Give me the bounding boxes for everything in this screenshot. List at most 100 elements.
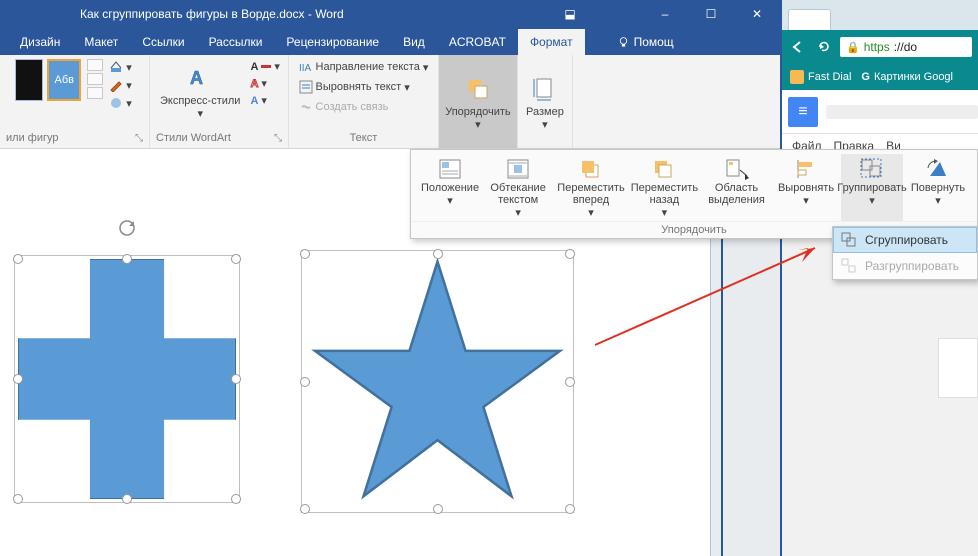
browser-address-bar[interactable]: 🔒 https://do bbox=[840, 37, 972, 57]
rotate-button[interactable]: Повернуть▾ bbox=[907, 154, 969, 221]
resize-handle-tl[interactable] bbox=[300, 249, 310, 259]
rotation-handle[interactable] bbox=[118, 219, 136, 237]
send-backward-button[interactable]: Переместить назад▾ bbox=[631, 154, 698, 221]
arrange-button[interactable]: Упорядочить▾ bbox=[439, 55, 517, 148]
browser-bookmarks-bar: Fast Dial GКартинки Googl bbox=[782, 64, 978, 90]
size-button[interactable]: Размер▾ bbox=[518, 55, 572, 148]
wordart-launcher[interactable]: ⤡ bbox=[274, 133, 282, 144]
bookmark-fast-dial[interactable]: Fast Dial bbox=[790, 70, 851, 84]
tab-review[interactable]: Рецензирование bbox=[274, 29, 391, 55]
resize-handle-ml[interactable] bbox=[300, 377, 310, 387]
ungroup-icon bbox=[841, 258, 857, 274]
align-text-icon bbox=[299, 80, 313, 94]
align-icon bbox=[794, 158, 818, 180]
gdocs-side-panel bbox=[938, 338, 978, 398]
express-styles-button[interactable]: A Экспресс-стили▾ bbox=[156, 59, 244, 122]
browser-tab[interactable] bbox=[788, 9, 831, 30]
group-icon bbox=[860, 158, 884, 180]
document-title: Как сгруппировать фигуры в Ворде.docx - … bbox=[80, 7, 344, 21]
minimize-button[interactable]: – bbox=[642, 0, 688, 28]
resize-handle-bl[interactable] bbox=[13, 494, 23, 504]
create-link-button[interactable]: Создать связь bbox=[297, 99, 391, 115]
wrap-icon bbox=[506, 158, 530, 180]
text-group-label: Текст bbox=[350, 132, 378, 146]
close-button[interactable]: ✕ bbox=[734, 0, 780, 28]
selection-pane-button[interactable]: Область выделения bbox=[702, 154, 771, 221]
text-fill-button[interactable]: A▾ bbox=[248, 59, 281, 74]
rotate-button-icon bbox=[926, 158, 950, 180]
shape-style-gallery-more[interactable] bbox=[87, 59, 103, 99]
effects-icon bbox=[109, 96, 123, 110]
group-icon bbox=[841, 232, 857, 248]
tab-format[interactable]: Формат bbox=[518, 29, 585, 55]
size-icon bbox=[532, 76, 558, 102]
shape-fill-button[interactable]: ▾ bbox=[107, 59, 134, 75]
resize-handle-bl[interactable] bbox=[300, 504, 310, 514]
ribbon: Абв ▾ ▾ ▾ или фигур ⤡ A Экспресс-стили▾ A… bbox=[0, 55, 780, 149]
text-outline-button[interactable]: A▾ bbox=[248, 76, 281, 91]
rotate-icon bbox=[118, 219, 136, 237]
position-icon bbox=[438, 158, 462, 180]
shape-styles-label: или фигур bbox=[6, 132, 58, 144]
folder-icon bbox=[790, 70, 804, 84]
resize-handle-ml[interactable] bbox=[13, 374, 23, 384]
browser-reload-button[interactable] bbox=[814, 37, 834, 57]
resize-handle-br[interactable] bbox=[565, 504, 575, 514]
bucket-icon bbox=[109, 60, 123, 74]
ribbon-tabs: Дизайн Макет Ссылки Рассылки Рецензирова… bbox=[0, 28, 780, 55]
send-backward-icon bbox=[652, 158, 676, 180]
resize-handle-br[interactable] bbox=[231, 494, 241, 504]
shape-outline-button[interactable]: ▾ bbox=[107, 77, 134, 93]
text-direction-button[interactable]: IIAНаправление текста▾ bbox=[297, 59, 431, 75]
tab-acrobat[interactable]: ACROBAT bbox=[437, 29, 518, 55]
reload-icon bbox=[817, 40, 831, 54]
wordart-styles-label: Стили WordArt bbox=[156, 132, 231, 144]
text-direction-icon: IIA bbox=[299, 60, 313, 74]
group-button[interactable]: Группировать▾ bbox=[841, 154, 903, 221]
menu-item-ungroup: Разгруппировать bbox=[833, 253, 977, 279]
resize-handle-tr[interactable] bbox=[231, 254, 241, 264]
tab-design[interactable]: Дизайн bbox=[8, 29, 72, 55]
browser-toolbar: 🔒 https://do bbox=[782, 30, 978, 64]
resize-handle-tl[interactable] bbox=[13, 254, 23, 264]
tell-me-help[interactable]: Помощ bbox=[605, 29, 686, 55]
resize-handle-bm[interactable] bbox=[433, 504, 443, 514]
group-submenu: Сгруппировать Разгруппировать bbox=[832, 226, 978, 280]
svg-text:IIA: IIA bbox=[299, 63, 312, 74]
shape-styles-launcher[interactable]: ⤡ bbox=[135, 133, 143, 144]
word-titlebar: Как сгруппировать фигуры в Ворде.docx - … bbox=[0, 0, 780, 28]
back-arrow-icon bbox=[791, 40, 805, 54]
tab-references[interactable]: Ссылки bbox=[130, 29, 196, 55]
tab-layout[interactable]: Макет bbox=[72, 29, 130, 55]
tab-mailings[interactable]: Рассылки bbox=[197, 29, 275, 55]
text-effects-button[interactable]: A▾ bbox=[248, 93, 281, 108]
ribbon-display-options[interactable]: ⬓ bbox=[550, 7, 590, 21]
text-wrap-button[interactable]: Обтекание текстом▾ bbox=[485, 154, 551, 221]
maximize-button[interactable]: ☐ bbox=[688, 0, 734, 28]
resize-handle-tm[interactable] bbox=[433, 249, 443, 259]
wordart-icon: A bbox=[186, 64, 214, 92]
resize-handle-bm[interactable] bbox=[122, 494, 132, 504]
position-button[interactable]: Положение▾ bbox=[419, 154, 481, 221]
pen-icon bbox=[109, 78, 123, 92]
resize-handle-mr[interactable] bbox=[565, 377, 575, 387]
align-button[interactable]: Выровнять▾ bbox=[775, 154, 837, 221]
shape-effects-button[interactable]: ▾ bbox=[107, 95, 134, 111]
bookmark-google-images[interactable]: GКартинки Googl bbox=[861, 71, 953, 83]
selection-pane-icon bbox=[725, 158, 749, 180]
shape-style-2-selected[interactable]: Абв bbox=[47, 59, 81, 101]
align-text-button[interactable]: Выровнять текст▾ bbox=[297, 79, 412, 95]
resize-handle-mr[interactable] bbox=[231, 374, 241, 384]
tab-view[interactable]: Вид bbox=[391, 29, 437, 55]
bring-forward-button[interactable]: Переместить вперед▾ bbox=[555, 154, 626, 221]
google-docs-title[interactable] bbox=[826, 105, 978, 119]
browser-back-button[interactable] bbox=[788, 37, 808, 57]
resize-handle-tr[interactable] bbox=[565, 249, 575, 259]
menu-item-group[interactable]: Сгруппировать bbox=[833, 227, 977, 253]
google-docs-header: ≡ bbox=[782, 90, 978, 134]
svg-text:A: A bbox=[190, 68, 203, 88]
google-docs-icon[interactable]: ≡ bbox=[788, 97, 818, 127]
shape-style-1[interactable] bbox=[15, 59, 43, 101]
resize-handle-tm[interactable] bbox=[122, 254, 132, 264]
lightbulb-icon bbox=[617, 36, 630, 49]
